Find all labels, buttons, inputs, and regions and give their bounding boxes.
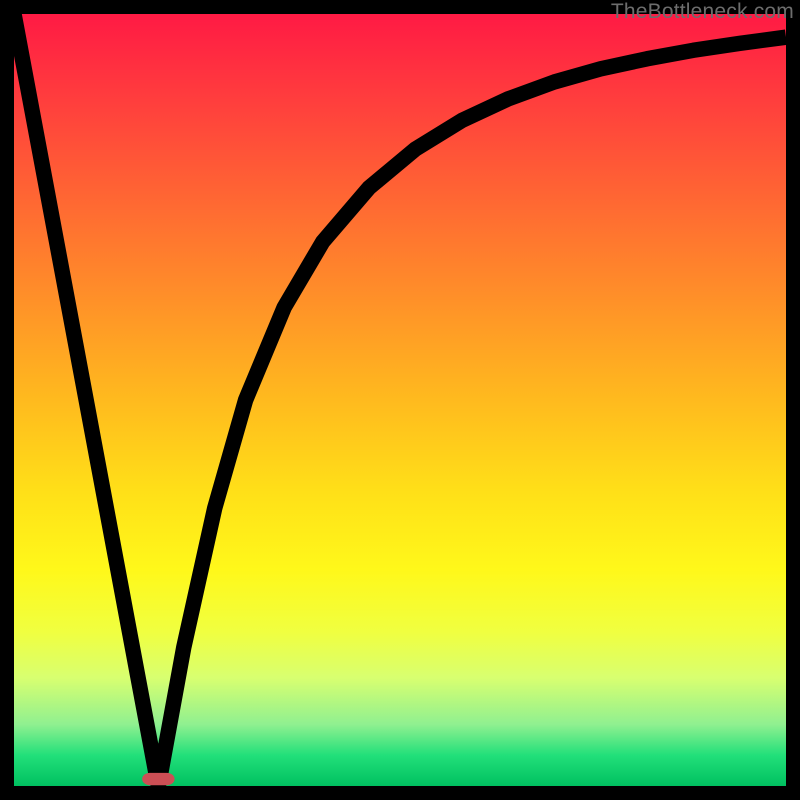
min-marker [142,773,174,785]
bottleneck-curve [14,14,786,786]
curve-path [14,14,786,786]
